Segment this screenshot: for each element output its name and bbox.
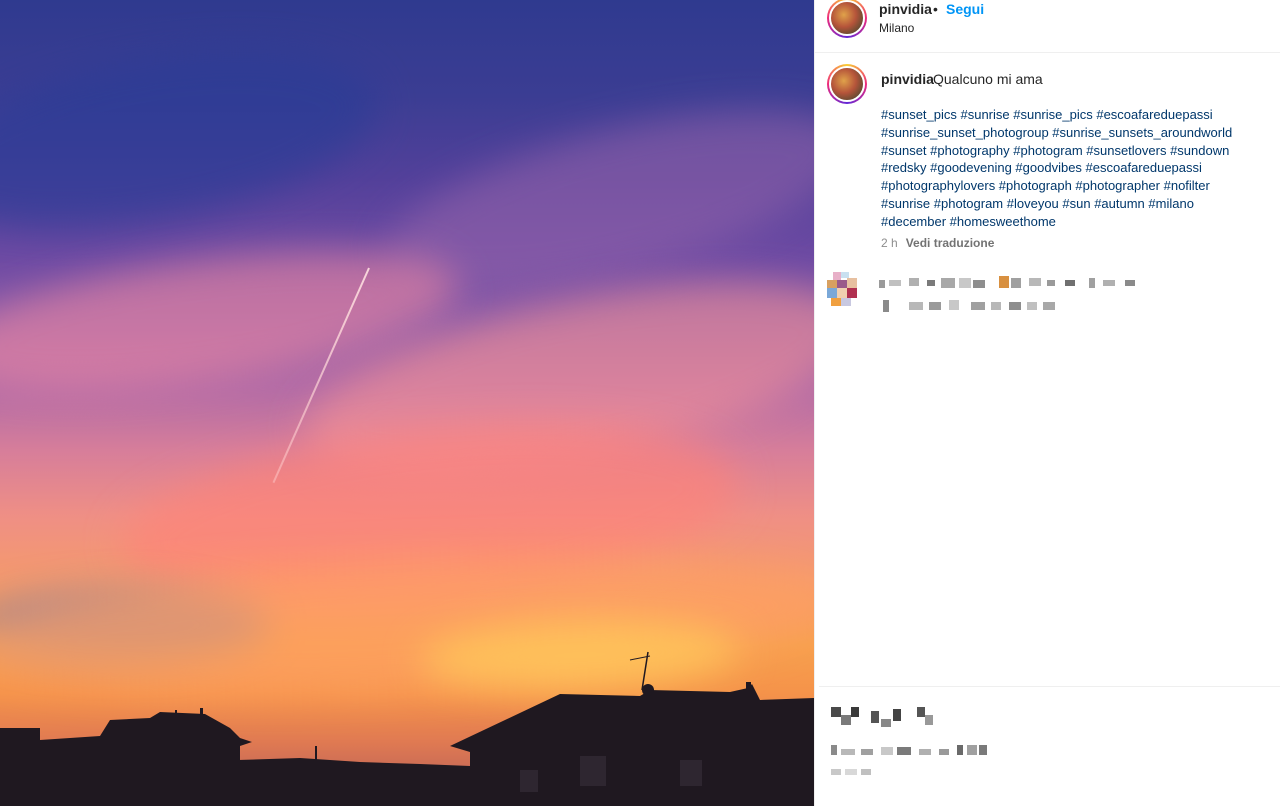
avatar[interactable] [827, 64, 867, 104]
caption-username[interactable]: pinvidia [881, 71, 934, 87]
follow-button[interactable]: Segui [946, 1, 984, 17]
post-time: 2 h [881, 236, 898, 250]
caption-text: Qualcuno mi ama [933, 71, 1043, 87]
translate-link[interactable]: Vedi traduzione [906, 236, 995, 250]
hashtag-line[interactable]: #redsky #goodevening #goodvibes #escoafa… [881, 159, 1271, 177]
censored-likes-text [831, 743, 1011, 759]
post-footer [819, 686, 1280, 806]
hashtag-line[interactable]: #december #homesweethome [881, 213, 1271, 231]
rooftop-silhouette [0, 651, 814, 806]
censored-comment-text [879, 276, 1159, 316]
separator-dot: • [933, 1, 938, 17]
user-avatar-icon [829, 0, 865, 36]
post-photo[interactable] [0, 0, 814, 806]
post-sidebar: pinvidia • Segui Milano pinvidia Qualcun… [814, 0, 1280, 806]
hashtag-line[interactable]: #sunset #photography #photogram #sunsetl… [881, 142, 1271, 160]
hashtag-line[interactable]: #sunrise #photogram #loveyou #sun #autum… [881, 195, 1271, 213]
location-link[interactable]: Milano [879, 21, 914, 35]
avatar[interactable] [827, 0, 867, 38]
caption-meta: 2 h Vedi traduzione [881, 236, 994, 250]
censored-action-icons [831, 705, 941, 731]
user-avatar-icon [829, 66, 865, 102]
hashtags: #sunset_pics #sunrise #sunrise_pics #esc… [881, 106, 1271, 231]
author-username[interactable]: pinvidia [879, 1, 932, 17]
hashtag-line[interactable]: #sunset_pics #sunrise #sunrise_pics #esc… [881, 106, 1271, 124]
hashtag-line[interactable]: #photographylovers #photograph #photogra… [881, 177, 1271, 195]
post-header: pinvidia • Segui Milano [815, 0, 1280, 53]
censored-comment-avatar [825, 270, 867, 312]
hashtag-line[interactable]: #sunrise_sunset_photogroup #sunrise_suns… [881, 124, 1271, 142]
censored-date-text [831, 767, 881, 779]
